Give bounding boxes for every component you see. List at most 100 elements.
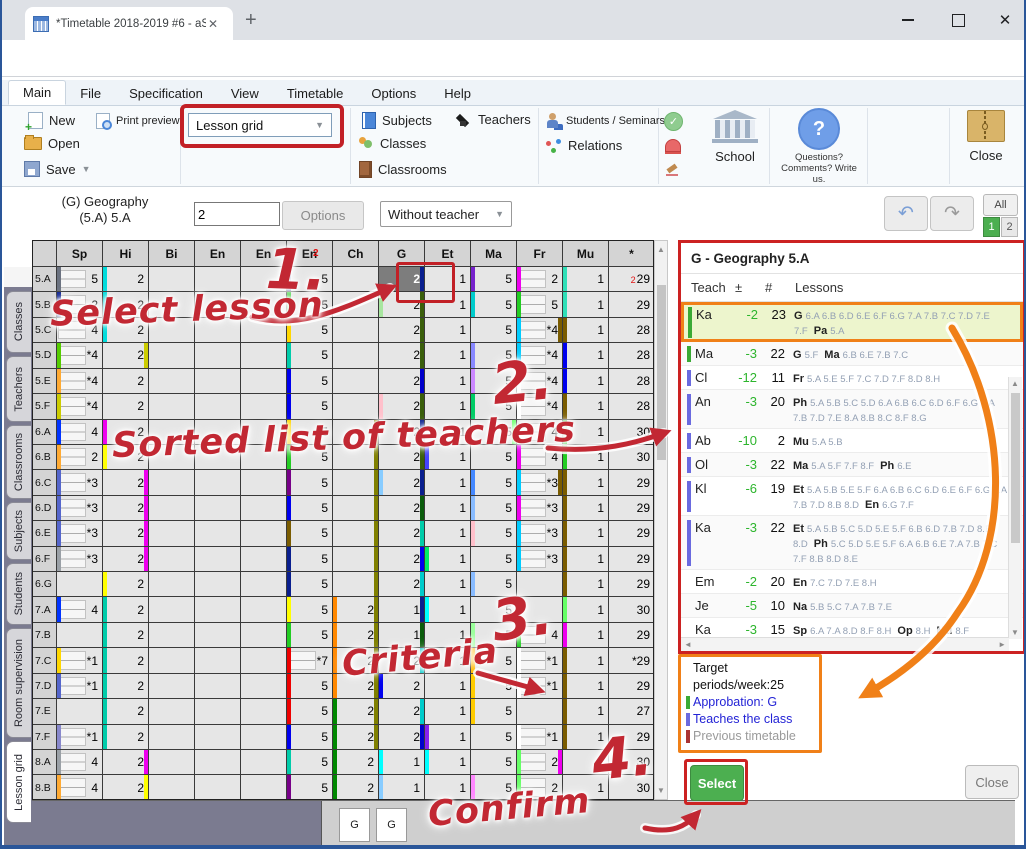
grid-cell[interactable]	[195, 597, 241, 622]
grid-cell[interactable]: 29	[609, 623, 654, 648]
grid-cell[interactable]	[241, 369, 287, 394]
scroll-left-icon[interactable]: ◄	[684, 640, 692, 649]
undo-button[interactable]: ↶	[884, 196, 928, 231]
grid-cell[interactable]: 1	[425, 521, 471, 546]
grid-cell[interactable]: 2	[379, 369, 425, 394]
teacher-filter-select[interactable]: Without teacher▼	[380, 201, 512, 227]
grid-cell[interactable]	[149, 775, 195, 800]
grid-cell[interactable]: 5	[471, 699, 517, 724]
grid-cell[interactable]: 29	[609, 674, 654, 699]
grid-cell[interactable]	[195, 470, 241, 495]
grid-cell[interactable]	[149, 674, 195, 699]
grid-cell[interactable]: 30	[609, 420, 654, 445]
grid-cell[interactable]	[149, 572, 195, 597]
grid-cell[interactable]	[149, 496, 195, 521]
grid-cell[interactable]: *7	[287, 648, 333, 673]
grid-cell[interactable]: 5	[517, 292, 563, 317]
grid-cell[interactable]: 2	[103, 470, 149, 495]
sidebar-tab-room-supervision[interactable]: Room supervision	[6, 628, 31, 738]
grid-cell[interactable]: 1	[425, 699, 471, 724]
sidebar-tab-lesson-grid[interactable]: Lesson grid	[6, 741, 31, 823]
grid-cell[interactable]: 2	[103, 725, 149, 750]
grid-cell[interactable]: 1	[563, 343, 609, 368]
grid-cell[interactable]: 30	[609, 597, 654, 622]
sidebar-tab-classes[interactable]: Classes	[6, 291, 31, 353]
grid-cell[interactable]	[149, 394, 195, 419]
teacher-row-1[interactable]: Ka-223G6.A 6.B 6.D 6.E 6.F 6.G 7.A 7.B 7…	[681, 302, 1023, 342]
grid-cell[interactable]	[241, 572, 287, 597]
grid-cell[interactable]: 5	[287, 597, 333, 622]
grid-cell[interactable]: 5	[471, 292, 517, 317]
close-file-button[interactable]: Close	[954, 110, 1018, 182]
siren-alert-button[interactable]	[665, 139, 681, 152]
grid-cell[interactable]	[241, 394, 287, 419]
grid-cell[interactable]: 2	[103, 394, 149, 419]
grid-cell[interactable]: 1	[563, 674, 609, 699]
grid-cell[interactable]: *29	[609, 648, 654, 673]
grid-cell[interactable]: *3	[57, 470, 103, 495]
grid-cell[interactable]: 2	[103, 623, 149, 648]
teacher-row-11[interactable]: Ka-315Sp6.A 7.A 8.D 8.F 8.HOp8.HMu8.F	[681, 618, 1023, 636]
grid-cell[interactable]	[333, 572, 379, 597]
grid-cell[interactable]	[241, 648, 287, 673]
grid-cell[interactable]: 2	[103, 369, 149, 394]
scroll-down-icon[interactable]: ▼	[657, 786, 665, 795]
scroll-down-icon[interactable]: ▼	[1011, 628, 1019, 637]
grid-cell[interactable]: 28	[609, 343, 654, 368]
grid-cell[interactable]: *3	[517, 496, 563, 521]
grid-cell[interactable]	[241, 521, 287, 546]
grid-cell[interactable]: 2	[379, 572, 425, 597]
grid-cell[interactable]	[241, 597, 287, 622]
grid-cell[interactable]	[149, 725, 195, 750]
grid-cell[interactable]: 2	[103, 547, 149, 572]
grid-cell[interactable]	[149, 597, 195, 622]
grid-cell[interactable]: 2	[103, 572, 149, 597]
grid-cell[interactable]: *4	[57, 343, 103, 368]
grid-cell[interactable]: 1	[563, 369, 609, 394]
grid-cell[interactable]: *1	[57, 674, 103, 699]
grid-cell[interactable]: 2	[333, 750, 379, 775]
grid-cell[interactable]: 1	[563, 623, 609, 648]
grid-cell[interactable]	[195, 547, 241, 572]
print-preview-button[interactable]: Print preview	[96, 113, 180, 129]
grid-cell[interactable]	[333, 394, 379, 419]
grid-cell[interactable]: 2	[103, 750, 149, 775]
grid-cell[interactable]: *1	[517, 725, 563, 750]
check-status-button[interactable]: ✓	[664, 112, 683, 131]
grid-cell[interactable]: 28	[609, 394, 654, 419]
grid-cell[interactable]: 2	[103, 343, 149, 368]
teacher-list-scrollbar[interactable]: ▲ ▼	[1008, 377, 1022, 639]
grid-cell[interactable]: 2	[103, 267, 149, 292]
grid-cell[interactable]: *3	[57, 521, 103, 546]
grid-cell[interactable]: 2	[333, 725, 379, 750]
grid-cell[interactable]	[241, 699, 287, 724]
grid-cell[interactable]: 5	[287, 750, 333, 775]
grid-cell[interactable]: *3	[57, 547, 103, 572]
grid-cell[interactable]: 28	[609, 369, 654, 394]
grid-cell[interactable]	[57, 623, 103, 648]
grid-cell[interactable]	[241, 674, 287, 699]
grid-cell[interactable]	[195, 496, 241, 521]
grid-cell[interactable]: 2	[517, 267, 563, 292]
grid-cell[interactable]	[195, 343, 241, 368]
grid-cell[interactable]: 1	[379, 775, 425, 800]
grid-cell[interactable]: 5	[471, 674, 517, 699]
grid-cell[interactable]	[195, 572, 241, 597]
grid-cell[interactable]: 2	[379, 496, 425, 521]
grid-cell[interactable]: 1	[425, 725, 471, 750]
grid-cell[interactable]: 29	[609, 470, 654, 495]
grid-cell[interactable]: *3	[517, 470, 563, 495]
redo-button[interactable]: ↷	[930, 196, 974, 231]
browser-tab[interactable]: *Timetable 2018-2019 #6 - aSc Ti ✕	[25, 7, 233, 40]
sidebar-tab-students[interactable]: Students	[6, 563, 31, 625]
week1-button[interactable]: 1	[983, 217, 1000, 237]
grid-cell[interactable]: 1	[563, 292, 609, 317]
grid-cell[interactable]: 2	[333, 699, 379, 724]
grid-cell[interactable]: 229	[609, 267, 654, 292]
menu-item-main[interactable]: Main	[8, 80, 66, 105]
gavel-button[interactable]	[665, 164, 679, 176]
all-weeks-button[interactable]: All	[983, 194, 1018, 216]
grid-cell[interactable]: 28	[609, 318, 654, 343]
grid-cell[interactable]: *1	[57, 725, 103, 750]
grid-cell[interactable]: 2	[379, 470, 425, 495]
